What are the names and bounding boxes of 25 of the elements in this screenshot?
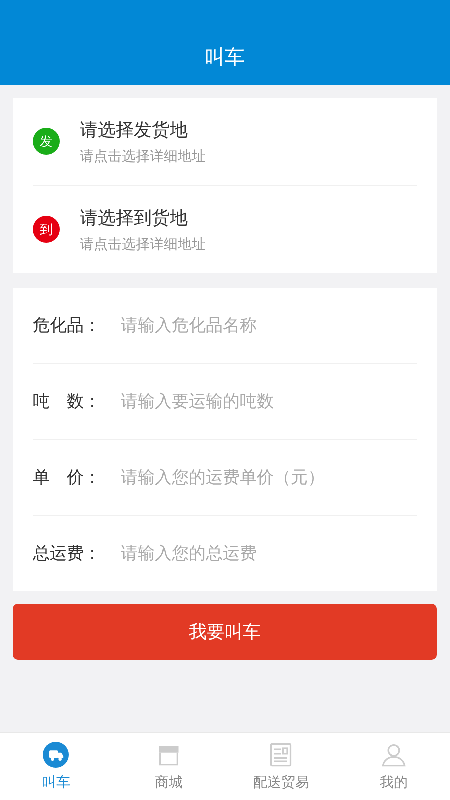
location-row[interactable]: 发 请选择发货地 请点击选择详细地址 xyxy=(33,98,417,185)
input-field[interactable]: 请输入要运输的吨数 xyxy=(121,392,417,412)
location-hint: 请点击选择详细地址 xyxy=(80,236,206,254)
tab[interactable]: 配送贸易 xyxy=(225,733,338,800)
location-title: 请选择到货地 xyxy=(80,206,189,230)
field-label: 危化品： xyxy=(33,315,102,337)
location-row[interactable]: 到 请选择到货地 请点击选择详细地址 xyxy=(33,185,417,273)
location-hint: 请点击选择详细地址 xyxy=(80,148,206,166)
input-field[interactable]: 请输入危化品名称 xyxy=(121,316,417,336)
field-label: 单 价： xyxy=(33,467,102,489)
person-icon xyxy=(380,742,407,768)
location-title: 请选择发货地 xyxy=(80,118,189,142)
input-field[interactable]: 请输入您的运费单价（元） xyxy=(121,468,417,488)
tab[interactable]: 叫车 xyxy=(0,733,112,800)
page-title: 叫车 xyxy=(205,44,245,71)
field-label: 总运费： xyxy=(33,543,102,565)
tab[interactable]: 商城 xyxy=(112,733,225,800)
submit-button[interactable]: 我要叫车 xyxy=(13,604,437,660)
field-label: 吨 数： xyxy=(33,391,102,413)
input-field[interactable]: 请输入您的总运费 xyxy=(121,544,417,564)
truck-icon xyxy=(43,742,70,768)
tab[interactable]: 我的 xyxy=(338,733,450,800)
location-badge: 到 xyxy=(33,216,60,243)
location-badge: 发 xyxy=(33,128,60,155)
document-icon xyxy=(268,742,294,768)
